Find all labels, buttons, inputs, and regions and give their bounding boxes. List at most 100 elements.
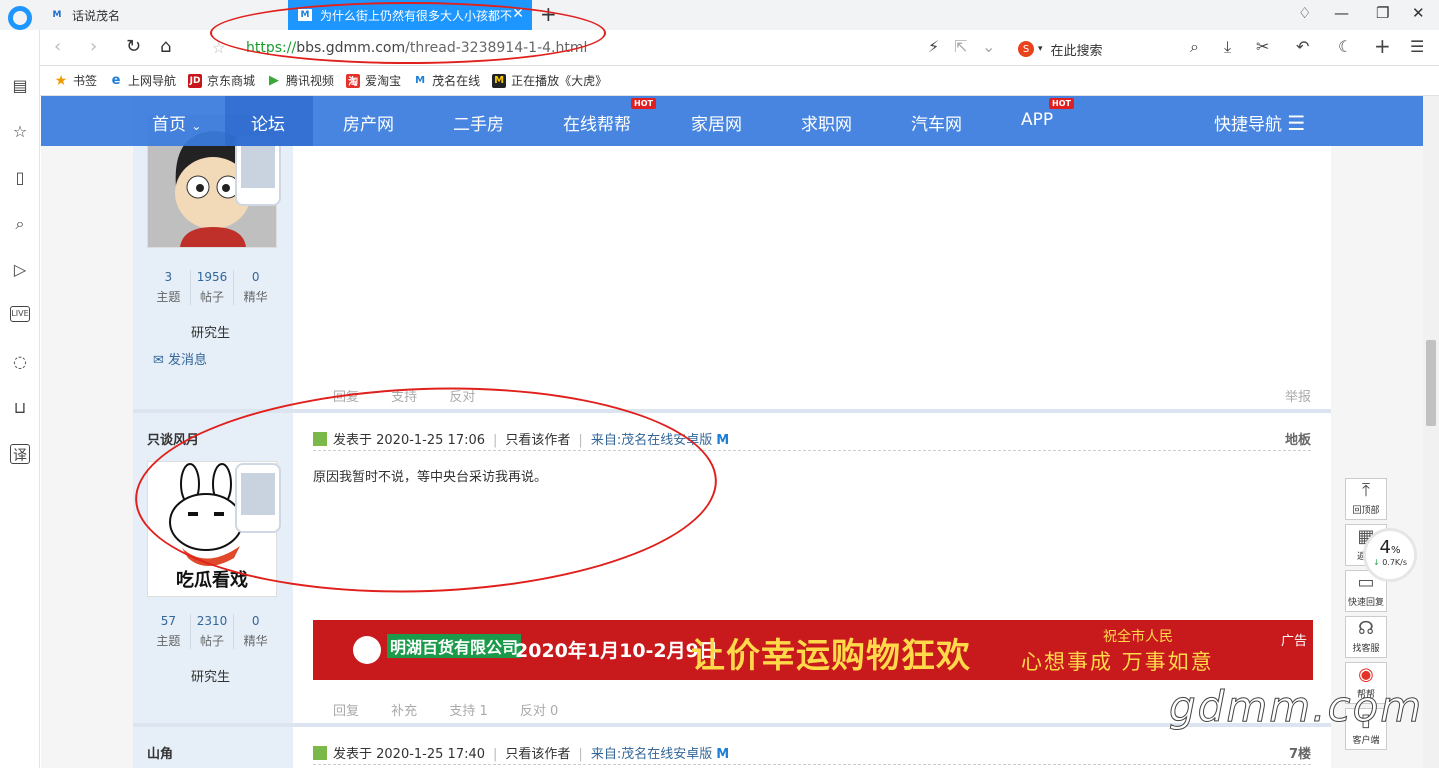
bookmark-item[interactable]: e 上网导航	[109, 72, 176, 89]
stat-posts[interactable]: 1956 帖子	[191, 270, 235, 305]
back-to-top-button[interactable]: ⤒ 回顶部	[1345, 478, 1387, 520]
oppose-button[interactable]: 反对 0	[520, 704, 558, 719]
video-icon[interactable]: ▷	[10, 260, 30, 280]
bookmark-item[interactable]: ★ 书签	[54, 72, 97, 89]
search-icon[interactable]: ⌕	[1190, 37, 1199, 57]
m-icon: M	[716, 433, 730, 448]
only-author-link[interactable]: 只看该作者	[505, 747, 570, 762]
post-actions: 回复 补充 支持 1 反对 0	[333, 700, 586, 719]
source-link[interactable]: 来自:茂名在线安卓版	[591, 747, 712, 762]
nav-help[interactable]: 在线帮帮 HOT	[563, 98, 656, 135]
nav-secondhand[interactable]: 二手房	[453, 110, 504, 135]
plus-icon[interactable]: +	[1374, 34, 1391, 58]
supplement-button[interactable]: 补充	[391, 704, 417, 719]
user-rank: 研究生	[191, 326, 231, 341]
stat-digest[interactable]: 0 精华	[234, 614, 277, 649]
maximize-button[interactable]: ❐	[1376, 4, 1389, 22]
report-button[interactable]: 举报	[1285, 386, 1311, 405]
ad-headline: 让价幸运购物狂欢	[691, 636, 971, 676]
browser-logo[interactable]	[8, 6, 32, 30]
user-online-icon	[313, 746, 327, 760]
post-divider	[133, 723, 1331, 727]
hot-badge: HOT	[631, 98, 656, 109]
post-header: 发表于 2020-1-25 17:40 | 只看该作者 | 来自:茂名在线安卓版 M 7楼	[313, 743, 1311, 765]
nav-quick[interactable]: 快捷导航 ☰	[1214, 110, 1305, 135]
nav-home[interactable]: 首页 ⌄	[152, 110, 201, 135]
stat-posts[interactable]: 2310 帖子	[191, 614, 235, 649]
android-phone-icon	[235, 136, 281, 206]
jd-icon: JD	[188, 73, 203, 88]
ad-tag: 广告	[1280, 634, 1307, 649]
ad-sub2: 心想事成 万事如意	[1021, 650, 1214, 674]
scrollbar-thumb[interactable]	[1426, 340, 1436, 426]
bookmark-item[interactable]: M 正在播放《大虎》	[492, 72, 607, 89]
forward-button[interactable]: ›	[90, 36, 97, 57]
cart-icon[interactable]: ⊔	[10, 398, 30, 418]
close-window-button[interactable]: ✕	[1412, 4, 1425, 22]
play-icon: ▶	[269, 73, 280, 88]
send-message-link[interactable]: ✉ 发消息	[153, 349, 207, 368]
ie-icon: e	[111, 73, 121, 88]
book-icon[interactable]: ▯	[10, 168, 30, 188]
live-icon[interactable]: LIVE	[10, 306, 30, 322]
nav-house[interactable]: 房产网	[343, 110, 394, 135]
chevron-down-icon: ⌄	[191, 119, 202, 133]
site-nav: 首页 ⌄ 论坛 房产网 二手房 在线帮帮 HOT 家居网 求职网 汽车网 APP H…	[41, 96, 1423, 146]
speed-percent: 4	[1379, 537, 1391, 558]
nav-jobs[interactable]: 求职网	[801, 110, 852, 135]
star-icon: ★	[54, 72, 68, 89]
network-speed-widget[interactable]: 4% ↓ 0.7K/s	[1363, 528, 1417, 582]
chat-icon[interactable]: ◌	[10, 352, 30, 372]
tab-title: 话说茂名	[72, 8, 121, 23]
nav-forum[interactable]: 论坛	[251, 110, 285, 135]
highlight-circle	[210, 2, 606, 64]
sogou-icon: S	[1018, 41, 1034, 57]
m-icon: M	[415, 75, 426, 86]
notes-icon[interactable]: ▤	[10, 76, 30, 96]
share-icon[interactable]: ⇱	[954, 37, 967, 56]
customer-service-button[interactable]: ☊ 找客服	[1345, 616, 1387, 658]
stat-topics[interactable]: 3 主题	[147, 270, 191, 305]
stat-digest[interactable]: 0 精华	[234, 270, 277, 305]
favorites-icon[interactable]: ☆	[10, 122, 30, 142]
scissors-icon[interactable]: ✂	[1256, 37, 1269, 56]
taobao-icon: 淘	[346, 73, 361, 88]
lightning-icon[interactable]: ⚡	[928, 37, 939, 56]
stat-topics[interactable]: 57 主题	[147, 614, 191, 649]
home-button[interactable]: ⌂	[160, 36, 171, 57]
search-icon[interactable]: ⌕	[10, 214, 30, 234]
chevron-down-icon: ▾	[1038, 44, 1043, 54]
floor-label[interactable]: 地板	[1285, 429, 1311, 448]
reload-button[interactable]: ↻	[126, 36, 141, 57]
chevron-down-icon[interactable]: ⌄	[982, 37, 995, 56]
bookmark-item[interactable]: JD 京东商城	[188, 72, 255, 89]
hot-badge: HOT	[1049, 98, 1074, 109]
nav-app[interactable]: APP HOT	[1021, 98, 1074, 130]
undo-icon[interactable]: ↶	[1296, 37, 1309, 56]
search-input[interactable]: S ▾ 在此搜索	[1018, 38, 1206, 60]
bookmark-item[interactable]: M 茂名在线	[413, 72, 480, 89]
speed-rate: 0.7K/s	[1382, 558, 1408, 567]
scrollbar[interactable]	[1423, 96, 1439, 768]
menu-icon[interactable]: ☰	[1410, 37, 1424, 56]
skin-icon[interactable]: ♢	[1298, 4, 1311, 22]
minimize-button[interactable]: —	[1334, 4, 1349, 22]
author-stats: 57 主题 2310 帖子 0 精华	[147, 614, 277, 649]
nav-cars[interactable]: 汽车网	[911, 110, 962, 135]
back-button[interactable]: ‹	[54, 36, 61, 57]
support-button[interactable]: 支持 1	[449, 704, 487, 719]
post-date: 发表于 2020-1-25 17:40	[333, 747, 486, 762]
night-mode-icon[interactable]: ☾	[1338, 37, 1352, 56]
store-logo-icon	[353, 636, 381, 664]
m-icon: M	[52, 10, 62, 20]
author-name[interactable]: 山角	[147, 743, 173, 762]
floor-label[interactable]: 7楼	[1289, 743, 1311, 762]
translate-icon[interactable]: 译	[10, 444, 30, 464]
bookmark-item[interactable]: ▶ 腾讯视频	[267, 72, 334, 89]
reply-button[interactable]: 回复	[333, 704, 359, 719]
m-yellow-icon: M	[492, 73, 507, 88]
ad-banner[interactable]: 明湖百货有限公司 2020年1月10-2月9日 让价幸运购物狂欢 祝全市人民 心…	[313, 620, 1313, 680]
download-icon[interactable]: ⤓	[1224, 37, 1231, 57]
nav-home-decor[interactable]: 家居网	[691, 110, 742, 135]
bookmark-item[interactable]: 淘爱淘宝	[346, 72, 401, 89]
